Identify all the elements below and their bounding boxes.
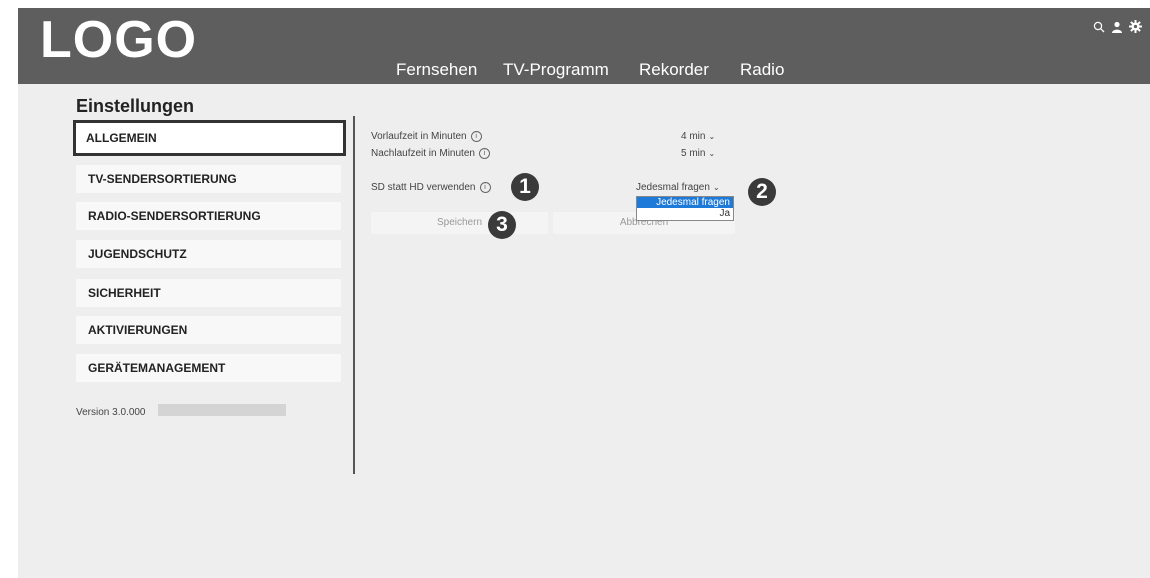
info-icon[interactable]: i: [479, 182, 491, 193]
nav-fernsehen[interactable]: Fernsehen: [396, 60, 477, 80]
sidebar-item-geraetemanagement[interactable]: GERÄTEMANAGEMENT: [76, 354, 341, 382]
sd-hd-label: SD statt HD verwenden: [371, 182, 476, 194]
nav-radio[interactable]: Radio: [740, 60, 784, 80]
sd-hd-value: Jedesmal fragen: [636, 182, 710, 193]
vertical-divider: [353, 116, 355, 474]
vorlauf-value: 4 min: [681, 131, 706, 142]
header-icons: [1093, 20, 1142, 38]
page-title: Einstellungen: [76, 96, 195, 116]
chevron-down-icon: ⌄: [708, 149, 716, 158]
vorlauf-row-label: Vorlaufzeit in Minuten i: [371, 131, 482, 142]
nav-rekorder[interactable]: Rekorder: [639, 60, 709, 80]
gear-icon[interactable]: [1129, 20, 1142, 38]
step-badge-1: 1: [511, 173, 539, 201]
nachlauf-label: Nachlaufzeit in Minuten: [371, 148, 475, 160]
nachlauf-row-label: Nachlaufzeit in Minuten i: [371, 148, 490, 159]
chevron-down-icon: ⌄: [712, 183, 720, 192]
logo[interactable]: LOGO: [40, 10, 197, 70]
nachlauf-value: 5 min: [681, 148, 706, 159]
user-icon[interactable]: [1111, 20, 1123, 38]
vorlauf-label: Vorlaufzeit in Minuten: [371, 131, 467, 143]
sd-hd-row-label: SD statt HD verwenden i: [371, 182, 491, 193]
nachlauf-select[interactable]: 5 min ⌄: [681, 148, 715, 159]
search-icon[interactable]: [1093, 20, 1105, 38]
sidebar-item-allgemein[interactable]: ALLGEMEIN: [73, 120, 346, 156]
info-icon[interactable]: i: [470, 131, 482, 142]
option-jedesmal-fragen[interactable]: Jedesmal fragen: [637, 197, 733, 208]
info-icon[interactable]: i: [478, 148, 490, 159]
vorlauf-select[interactable]: 4 min ⌄: [681, 131, 715, 142]
save-button[interactable]: Speichern: [371, 212, 548, 234]
nav-tv-programm[interactable]: TV-Programm: [503, 60, 609, 80]
option-ja[interactable]: Ja: [637, 208, 733, 219]
sidebar-item-jugendschutz[interactable]: JUGENDSCHUTZ: [76, 240, 341, 268]
step-badge-2: 2: [748, 178, 776, 206]
version-redacted-bar: [158, 404, 286, 416]
step-badge-3: 3: [488, 211, 516, 239]
sidebar-item-tv-sendersortierung[interactable]: TV-SENDERSORTIERUNG: [76, 165, 341, 193]
sidebar-item-aktivierungen[interactable]: AKTIVIERUNGEN: [76, 316, 341, 344]
sd-hd-select[interactable]: Jedesmal fragen ⌄: [636, 182, 720, 193]
sidebar-item-radio-sendersortierung[interactable]: RADIO-SENDERSORTIERUNG: [76, 202, 341, 230]
sd-hd-dropdown-list: Jedesmal fragen Ja: [636, 196, 734, 221]
chevron-down-icon: ⌄: [708, 132, 716, 141]
sidebar-item-sicherheit[interactable]: SICHERHEIT: [76, 279, 341, 307]
version-label: Version 3.0.000: [76, 407, 146, 418]
